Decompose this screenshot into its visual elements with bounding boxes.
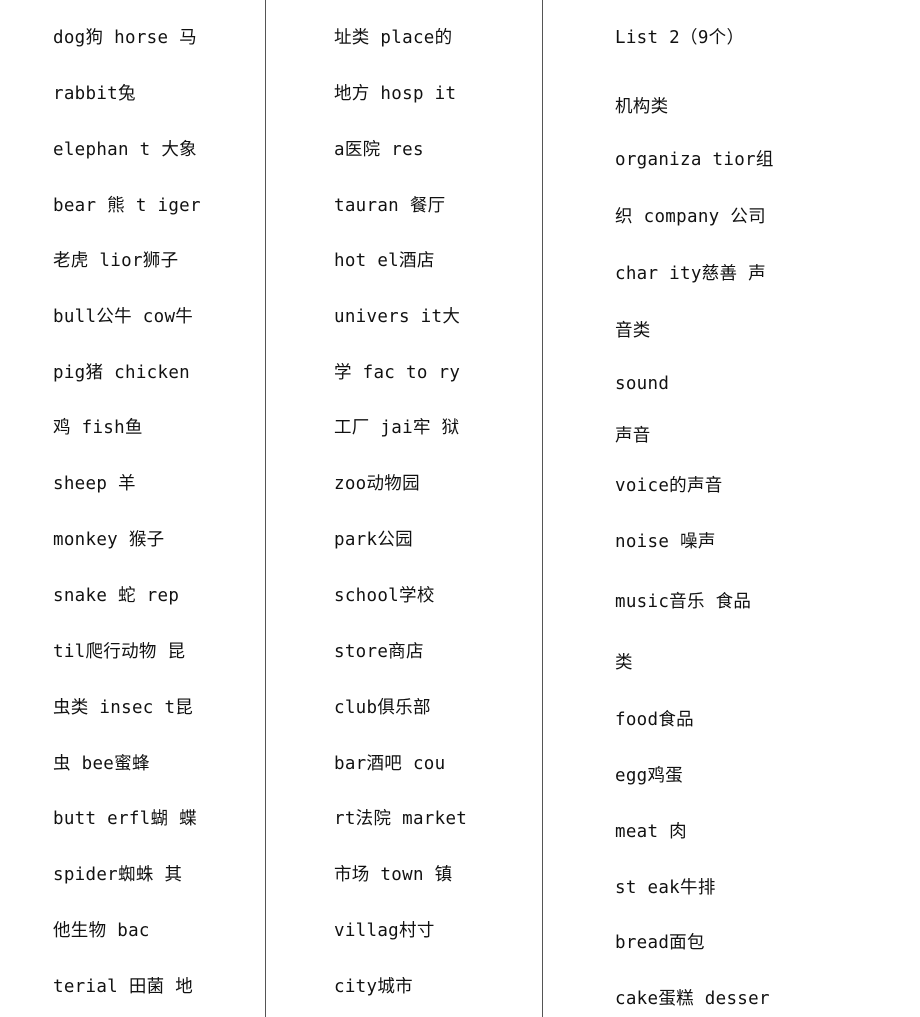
category-heading: 音类 bbox=[615, 321, 651, 341]
column-divider bbox=[542, 0, 543, 1017]
vocab-line: spider蜘蛛 其 bbox=[53, 865, 183, 885]
vocab-line: bar酒吧 cou bbox=[334, 754, 446, 774]
vocab-line: food食品 bbox=[615, 710, 694, 730]
vocab-line: elephan t 大象 bbox=[53, 140, 197, 160]
vocab-line: terial 田菌 地 bbox=[53, 977, 194, 997]
vocab-line: zoo动物园 bbox=[334, 474, 420, 494]
vocab-line: tauran 餐厅 bbox=[334, 196, 446, 216]
category-heading: 机构类 bbox=[615, 97, 669, 117]
vocab-line: 老虎 lior狮子 bbox=[53, 251, 179, 271]
vocab-line: bull公牛 cow牛 bbox=[53, 307, 194, 327]
category-heading: 类 bbox=[615, 653, 633, 673]
vocab-line: til爬行动物 昆 bbox=[53, 642, 186, 662]
vocab-line: 虫类 insec t昆 bbox=[53, 698, 194, 718]
vocab-line: city城市 bbox=[334, 977, 413, 997]
vocab-line: snake 蛇 rep bbox=[53, 586, 180, 606]
vocab-line: butt erfl蝴 蝶 bbox=[53, 809, 197, 829]
vocab-line: hot el酒店 bbox=[334, 251, 435, 271]
vocab-line: pig猪 chicken bbox=[53, 363, 190, 383]
vocab-line: 鸡 fish鱼 bbox=[53, 418, 143, 438]
vocab-line: sound bbox=[615, 374, 670, 394]
vocab-line: char ity慈善 声 bbox=[615, 264, 766, 284]
vocab-line: 学 fac to ry bbox=[334, 363, 461, 383]
vocab-line: voice的声音 bbox=[615, 476, 723, 496]
vocab-line: st eak牛排 bbox=[615, 878, 716, 898]
vocab-line: organiza tior组 bbox=[615, 150, 774, 170]
column-divider bbox=[265, 0, 266, 1017]
vocab-line: bread面包 bbox=[615, 933, 705, 953]
vocab-line: club俱乐部 bbox=[334, 698, 431, 718]
vocab-line: music音乐 食品 bbox=[615, 592, 752, 612]
vocab-line: 址类 place的 bbox=[334, 28, 453, 48]
vocab-line: school学校 bbox=[334, 586, 435, 606]
vocab-line: 市场 town 镇 bbox=[334, 865, 453, 885]
vocab-line: bear 熊 t iger bbox=[53, 196, 201, 216]
vocab-line: villag村寸 bbox=[334, 921, 435, 941]
vocab-line: meat 肉 bbox=[615, 822, 687, 842]
vocab-line: dog狗 horse 马 bbox=[53, 28, 197, 48]
vocab-line: rt法院 market bbox=[334, 809, 468, 829]
list-heading: List 2（9个） bbox=[615, 28, 745, 48]
vocab-line: rabbit兔 bbox=[53, 84, 136, 104]
vocab-line: monkey 猴子 bbox=[53, 530, 165, 550]
vocab-line: park公园 bbox=[334, 530, 413, 550]
vocab-line: 织 company 公司 bbox=[615, 207, 766, 227]
vocab-line: 声音 bbox=[615, 426, 651, 446]
vocab-line: noise 噪声 bbox=[615, 532, 716, 552]
vocab-line: 他生物 bac bbox=[53, 921, 150, 941]
vocab-line: univers it大 bbox=[334, 307, 461, 327]
vocab-line: 工厂 jai牢 狱 bbox=[334, 418, 460, 438]
vocab-line: egg鸡蛋 bbox=[615, 766, 684, 786]
vocab-line: 地方 hosp it bbox=[334, 84, 457, 104]
vocab-line: 虫 bee蜜蜂 bbox=[53, 754, 150, 774]
vocab-line: sheep 羊 bbox=[53, 474, 136, 494]
vocab-line: a医院 res bbox=[334, 140, 424, 160]
vocab-line: store商店 bbox=[334, 642, 424, 662]
vocab-line: cake蛋糕 desser bbox=[615, 989, 770, 1009]
document-page: dog狗 horse 马 rabbit兔 elephan t 大象 bear 熊… bbox=[0, 0, 920, 1017]
